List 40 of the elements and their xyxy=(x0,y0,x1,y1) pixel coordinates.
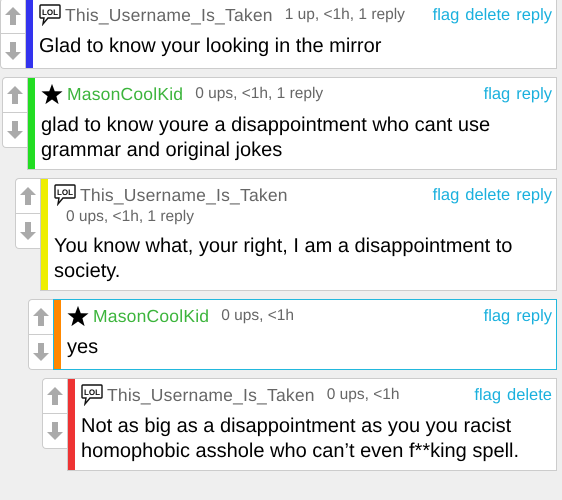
comment-action-link[interactable]: delete xyxy=(507,386,552,404)
username-link[interactable]: This_Username_Is_Taken xyxy=(107,384,315,406)
username-link[interactable]: MasonCoolKid xyxy=(93,306,210,326)
comment-action-link[interactable]: reply xyxy=(516,186,552,204)
comment-action-link[interactable]: reply xyxy=(516,306,552,326)
comment-text: glad to know youre a disappointment who cant use grammar and original jokes xyxy=(41,113,492,163)
comment-meta: 0 ups, <1h xyxy=(221,307,294,325)
comment-action-link[interactable]: delete xyxy=(465,186,510,204)
lol-speech-bubble-icon: LOL xyxy=(54,184,76,206)
up-arrow-icon xyxy=(33,308,49,326)
down-arrow-icon xyxy=(20,222,36,240)
comment-action-link[interactable]: flag xyxy=(474,386,502,404)
comment-action-link[interactable]: delete xyxy=(465,6,510,24)
up-arrow-icon xyxy=(47,387,63,405)
down-arrow-icon xyxy=(33,343,49,361)
up-arrow-icon xyxy=(5,7,21,25)
comment-text: Not as big as a disappointment as you you racist homophobic asshole who can’t even f**king spell. xyxy=(81,414,520,464)
up-arrow-icon xyxy=(7,86,23,104)
comment-action-link[interactable]: flag xyxy=(484,306,510,326)
username-link[interactable]: This_Username_Is_Taken xyxy=(80,184,288,206)
down-arrow-icon xyxy=(7,121,23,139)
comment-meta: 0 ups, <1h, 1 reply xyxy=(195,85,324,103)
down-arrow-icon xyxy=(5,42,21,60)
comment-meta: 1 up, <1h, 1 reply xyxy=(284,6,405,24)
comment-text: Glad to know your looking in the mirror xyxy=(39,34,382,59)
comment-text: You know what, your right, I am a disappointment to society. xyxy=(54,234,514,284)
lol-speech-bubble-icon: LOL xyxy=(81,384,103,406)
username-link[interactable]: MasonCoolKid xyxy=(67,84,184,104)
comment-action-link[interactable]: reply xyxy=(516,84,552,104)
comment-meta: 0 ups, <1h xyxy=(326,386,400,404)
comment-action-link[interactable]: reply xyxy=(516,6,552,24)
down-arrow-icon xyxy=(47,422,63,440)
comment-text: yes xyxy=(67,335,100,360)
lol-speech-bubble-icon: LOL xyxy=(39,4,61,26)
username-link[interactable]: This_Username_Is_Taken xyxy=(65,4,273,26)
up-arrow-icon xyxy=(20,187,36,205)
comment-action-link[interactable]: flag xyxy=(432,6,460,24)
comment-action-link[interactable]: flag xyxy=(432,186,460,204)
comment-action-link[interactable]: flag xyxy=(484,84,510,104)
comment-meta: 0 ups, <1h, 1 reply xyxy=(66,208,195,226)
